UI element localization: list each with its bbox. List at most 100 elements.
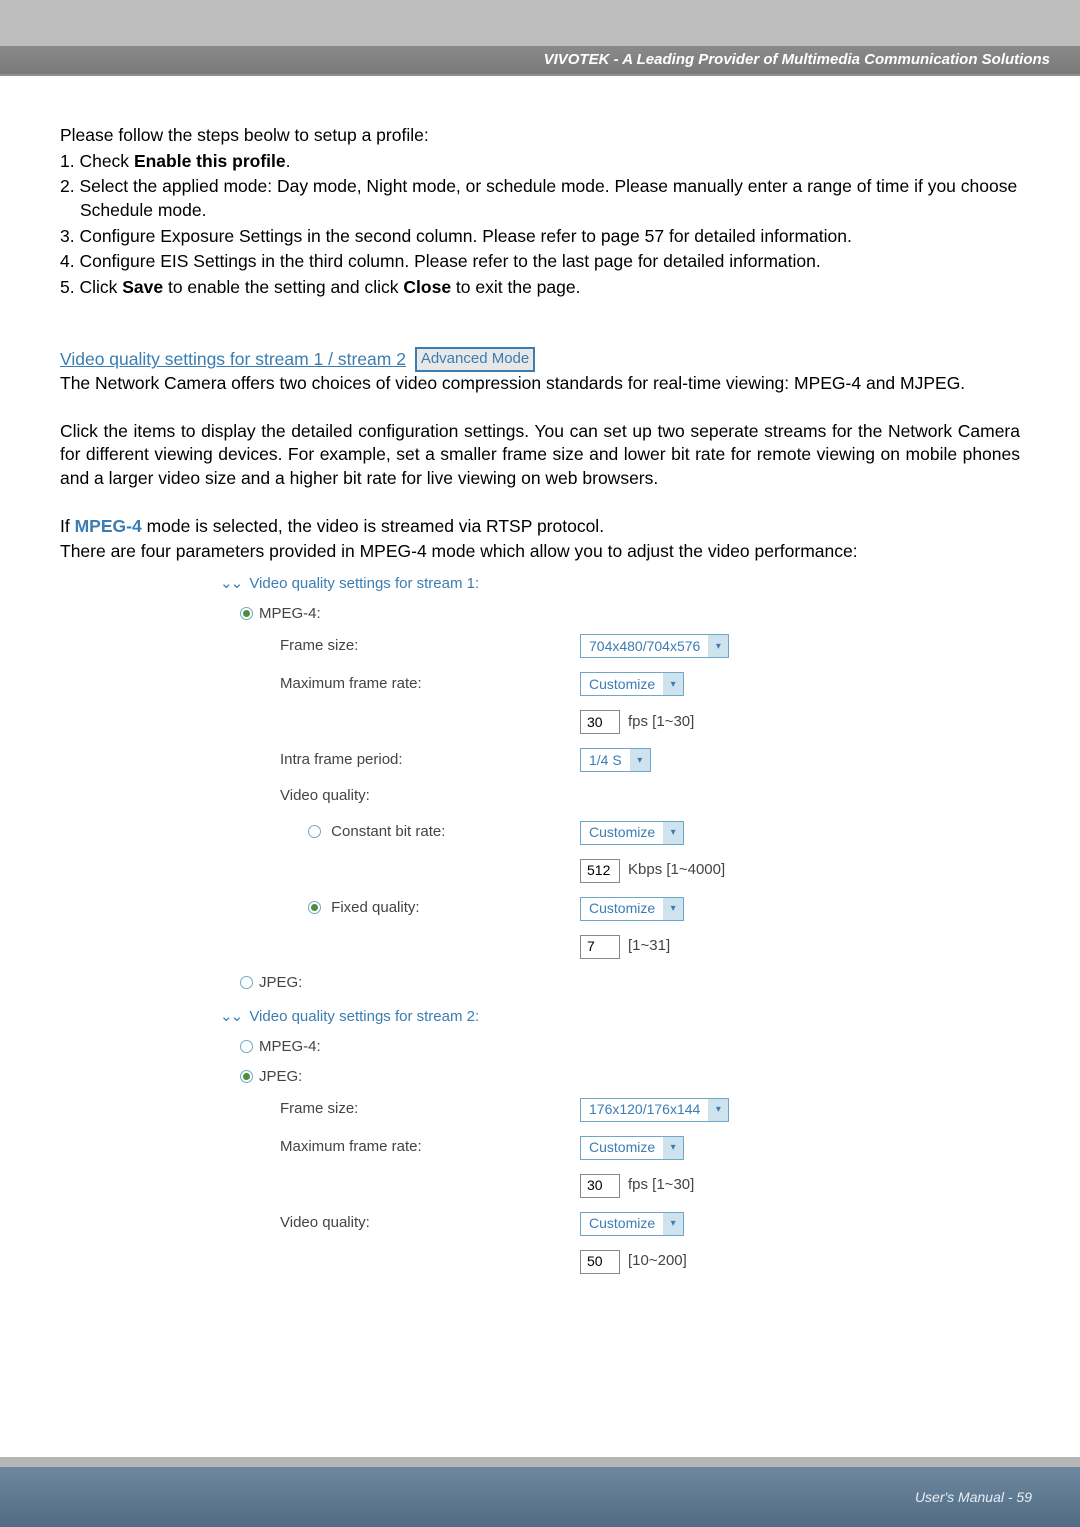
step1-pre: 1. Check <box>60 151 134 171</box>
chevron-down-icon: ▾ <box>663 1137 683 1159</box>
step5-pre: 5. Click <box>60 277 122 297</box>
mpeg-pre: If <box>60 516 75 536</box>
radio-selected-icon[interactable] <box>240 1070 253 1083</box>
intra-control: 1/4 S▾ <box>580 748 840 772</box>
radio-selected-icon[interactable] <box>240 607 253 620</box>
mpeg-name: MPEG-4 <box>75 516 142 536</box>
frame-size-dropdown[interactable]: 704x480/704x576▾ <box>580 634 729 658</box>
chevron-down-icon: ▾ <box>663 673 683 695</box>
chevron-down-icon: ▾ <box>630 749 650 771</box>
stream2-mpeg4-radio-row[interactable]: MPEG-4: <box>240 1037 1020 1057</box>
step5-b2: Close <box>403 277 451 297</box>
chevron-down-icon: ▾ <box>663 822 683 844</box>
cbr-num-row: 512 Kbps [1~4000] <box>580 859 840 883</box>
max-rate2-input[interactable]: 30 <box>580 1174 620 1198</box>
cbr-dropdown-row: Customize▾ <box>580 821 840 845</box>
step5-mid: to enable the setting and click <box>163 277 403 297</box>
radio-unselected-icon[interactable] <box>240 976 253 989</box>
header-brand-text: VIVOTEK - A Leading Provider of Multimed… <box>544 51 1050 68</box>
frame-size2-value: 176x120/176x144 <box>581 1100 708 1119</box>
max-rate2-num-row: 30 fps [1~30] <box>580 1174 840 1198</box>
fq-value: Customize <box>581 899 663 918</box>
mpeg-line: If MPEG-4 mode is selected, the video is… <box>60 515 1020 539</box>
page-content: Please follow the steps beolw to setup a… <box>0 76 1080 1274</box>
fq-num-row: 7 [1~31] <box>580 935 840 959</box>
settings-panel: ⌄⌄ Video quality settings for stream 1: … <box>220 574 1020 1274</box>
label2-video-quality: Video quality: <box>260 1213 580 1233</box>
fq-range: [1~31] <box>628 936 670 956</box>
max-rate-input[interactable]: 30 <box>580 710 620 734</box>
advanced-mode-badge: Advanced Mode <box>415 347 535 371</box>
label-fixed-quality: Fixed quality: <box>331 899 419 916</box>
vq2-control: Customize▾ <box>580 1212 840 1236</box>
radio-unselected-icon[interactable] <box>308 825 321 838</box>
label-intra: Intra frame period: <box>260 750 580 770</box>
params-line: There are four parameters provided in MP… <box>60 540 1020 564</box>
constant-bit-row[interactable]: Constant bit rate: <box>260 822 580 842</box>
stream1-title[interactable]: ⌄⌄ Video quality settings for stream 1: <box>220 574 1020 594</box>
chevron-down-icon: ▾ <box>708 635 728 657</box>
video-quality-link[interactable]: Video quality settings for stream 1 / st… <box>60 349 406 369</box>
footer-band: User's Manual - 59 <box>0 1467 1080 1527</box>
max-rate-value: Customize <box>581 675 663 694</box>
intra-dropdown[interactable]: 1/4 S▾ <box>580 748 651 772</box>
max-rate2-control: Customize▾ <box>580 1136 840 1160</box>
label-constant-bit: Constant bit rate: <box>331 823 445 840</box>
stream2-jpeg-grid: Frame size: 176x120/176x144▾ Maximum fra… <box>260 1098 1020 1274</box>
chevron-down-icon: ⌄⌄ <box>220 575 241 592</box>
footer-text: User's Manual - 59 <box>915 1489 1032 1505</box>
para-streams: Click the items to display the detailed … <box>60 420 1020 491</box>
intro-text: Please follow the steps beolw to setup a… <box>60 124 1020 148</box>
fixed-quality-row[interactable]: Fixed quality: <box>260 898 580 918</box>
step-1: 1. Check Enable this profile. <box>60 150 1020 174</box>
vq2-input[interactable]: 50 <box>580 1250 620 1274</box>
label-video-quality: Video quality: <box>260 786 580 806</box>
max-rate-control: Customize▾ <box>580 672 840 696</box>
para-compression: The Network Camera offers two choices of… <box>60 372 1020 396</box>
chevron-down-icon: ▾ <box>663 1213 683 1235</box>
max-rate2-range: fps [1~30] <box>628 1175 694 1195</box>
frame-size-value: 704x480/704x576 <box>581 637 708 656</box>
stream1-mpeg4-radio-row[interactable]: MPEG-4: <box>240 604 1020 624</box>
frame-size-control: 704x480/704x576▾ <box>580 634 840 658</box>
vq2-dropdown[interactable]: Customize▾ <box>580 1212 684 1236</box>
max-rate-dropdown[interactable]: Customize▾ <box>580 672 684 696</box>
fq-dropdown[interactable]: Customize▾ <box>580 897 684 921</box>
stream2-jpeg-label: JPEG: <box>259 1068 302 1085</box>
step-3: 3. Configure Exposure Settings in the se… <box>60 225 1020 249</box>
label-frame-size: Frame size: <box>260 636 580 656</box>
cbr-dropdown[interactable]: Customize▾ <box>580 821 684 845</box>
fq-input[interactable]: 7 <box>580 935 620 959</box>
vq2-value: Customize <box>581 1214 663 1233</box>
cbr-input[interactable]: 512 <box>580 859 620 883</box>
label2-frame-size: Frame size: <box>260 1099 580 1119</box>
intra-value: 1/4 S <box>581 751 630 770</box>
frame-size2-dropdown[interactable]: 176x120/176x144▾ <box>580 1098 729 1122</box>
header-band: VIVOTEK - A Leading Provider of Multimed… <box>0 46 1080 74</box>
stream2-title[interactable]: ⌄⌄ Video quality settings for stream 2: <box>220 1007 1020 1027</box>
radio-selected-icon[interactable] <box>308 901 321 914</box>
mpeg-post: mode is selected, the video is streamed … <box>142 516 604 536</box>
stream1-jpeg-label: JPEG: <box>259 974 302 991</box>
step-5: 5. Click Save to enable the setting and … <box>60 276 1020 300</box>
step5-b1: Save <box>122 277 163 297</box>
vq2-num-row: 50 [10~200] <box>580 1250 840 1274</box>
step-2: 2. Select the applied mode: Day mode, Ni… <box>80 175 1020 222</box>
chevron-down-icon: ▾ <box>663 898 683 920</box>
stream1-mpeg4-grid: Frame size: 704x480/704x576▾ Maximum fra… <box>260 634 1020 958</box>
step-4: 4. Configure EIS Settings in the third c… <box>60 250 1020 274</box>
radio-unselected-icon[interactable] <box>240 1040 253 1053</box>
chevron-down-icon: ⌄⌄ <box>220 1008 241 1025</box>
vq2-range: [10~200] <box>628 1251 687 1271</box>
top-gray-bar <box>0 0 1080 46</box>
section-heading-row: Video quality settings for stream 1 / st… <box>60 347 1020 372</box>
footer-gray-strip <box>0 1457 1080 1467</box>
cbr-value: Customize <box>581 823 663 842</box>
stream2-title-text: Video quality settings for stream 2: <box>249 1008 479 1025</box>
label2-max-rate: Maximum frame rate: <box>260 1137 580 1157</box>
stream1-mpeg4-label: MPEG-4: <box>259 605 321 622</box>
stream2-jpeg-radio-row[interactable]: JPEG: <box>240 1067 1020 1087</box>
max-rate-range: fps [1~30] <box>628 712 694 732</box>
max-rate2-dropdown[interactable]: Customize▾ <box>580 1136 684 1160</box>
stream1-jpeg-radio-row[interactable]: JPEG: <box>240 973 1020 993</box>
